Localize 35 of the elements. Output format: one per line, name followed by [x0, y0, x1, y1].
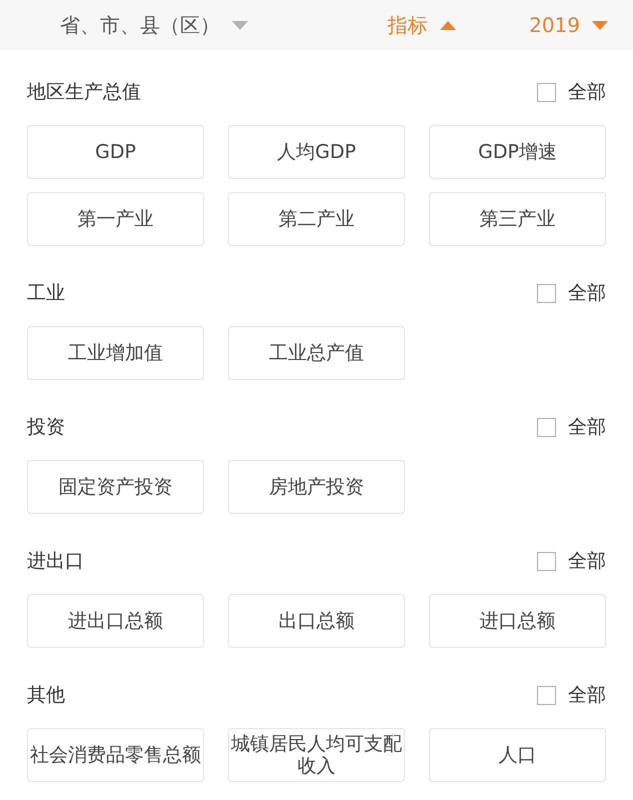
filter-tab[interactable]: 省、市、县（区）	[60, 10, 248, 40]
select-all-label: 全部	[568, 548, 606, 574]
indicator-option[interactable]: 工业增加值	[27, 326, 204, 380]
indicator-option[interactable]: 进口总额	[429, 594, 606, 648]
section-title: 地区生产总值	[27, 80, 141, 105]
caret-down-icon	[232, 20, 248, 30]
section-title: 工业	[27, 280, 65, 306]
select-all-checkbox[interactable]	[537, 686, 556, 704]
select-all-label: 全部	[568, 414, 606, 440]
indicator-option[interactable]: GDP	[27, 125, 204, 179]
indicator-option[interactable]: 人口	[429, 728, 606, 782]
indicator-option[interactable]: 进出口总额	[27, 594, 204, 648]
indicator-option[interactable]: 固定资产投资	[27, 460, 204, 514]
indicator-option[interactable]: 出口总额	[228, 594, 405, 648]
section-title: 投资	[27, 414, 65, 440]
indicator-option[interactable]: GDP增速	[429, 125, 606, 179]
caret-down-icon	[592, 20, 608, 30]
caret-up-icon	[440, 20, 456, 30]
indicator-option[interactable]: 第一产业	[27, 192, 204, 246]
indicator-option[interactable]: 第三产业	[429, 192, 606, 246]
indicator-option[interactable]: 人均GDP	[228, 125, 405, 179]
select-all-label: 全部	[568, 280, 606, 306]
indicator-option[interactable]: 房地产投资	[228, 460, 405, 514]
section-title: 进出口	[27, 548, 84, 574]
indicator-option[interactable]: 城镇居民人均可支配收入	[228, 728, 405, 782]
indicator-option[interactable]: 社会消费品零售总额	[27, 728, 204, 782]
select-all-label: 全部	[568, 682, 606, 708]
indicator-option[interactable]: 工业总产值	[228, 326, 405, 380]
select-all-checkbox[interactable]	[537, 418, 556, 436]
select-all-checkbox[interactable]	[537, 284, 556, 302]
select-all-checkbox[interactable]	[537, 552, 556, 570]
select-all-label: 全部	[568, 80, 606, 105]
section-title: 其他	[27, 682, 65, 708]
indicator-option[interactable]: 第二产业	[228, 192, 405, 246]
select-all-checkbox[interactable]	[537, 82, 556, 102]
